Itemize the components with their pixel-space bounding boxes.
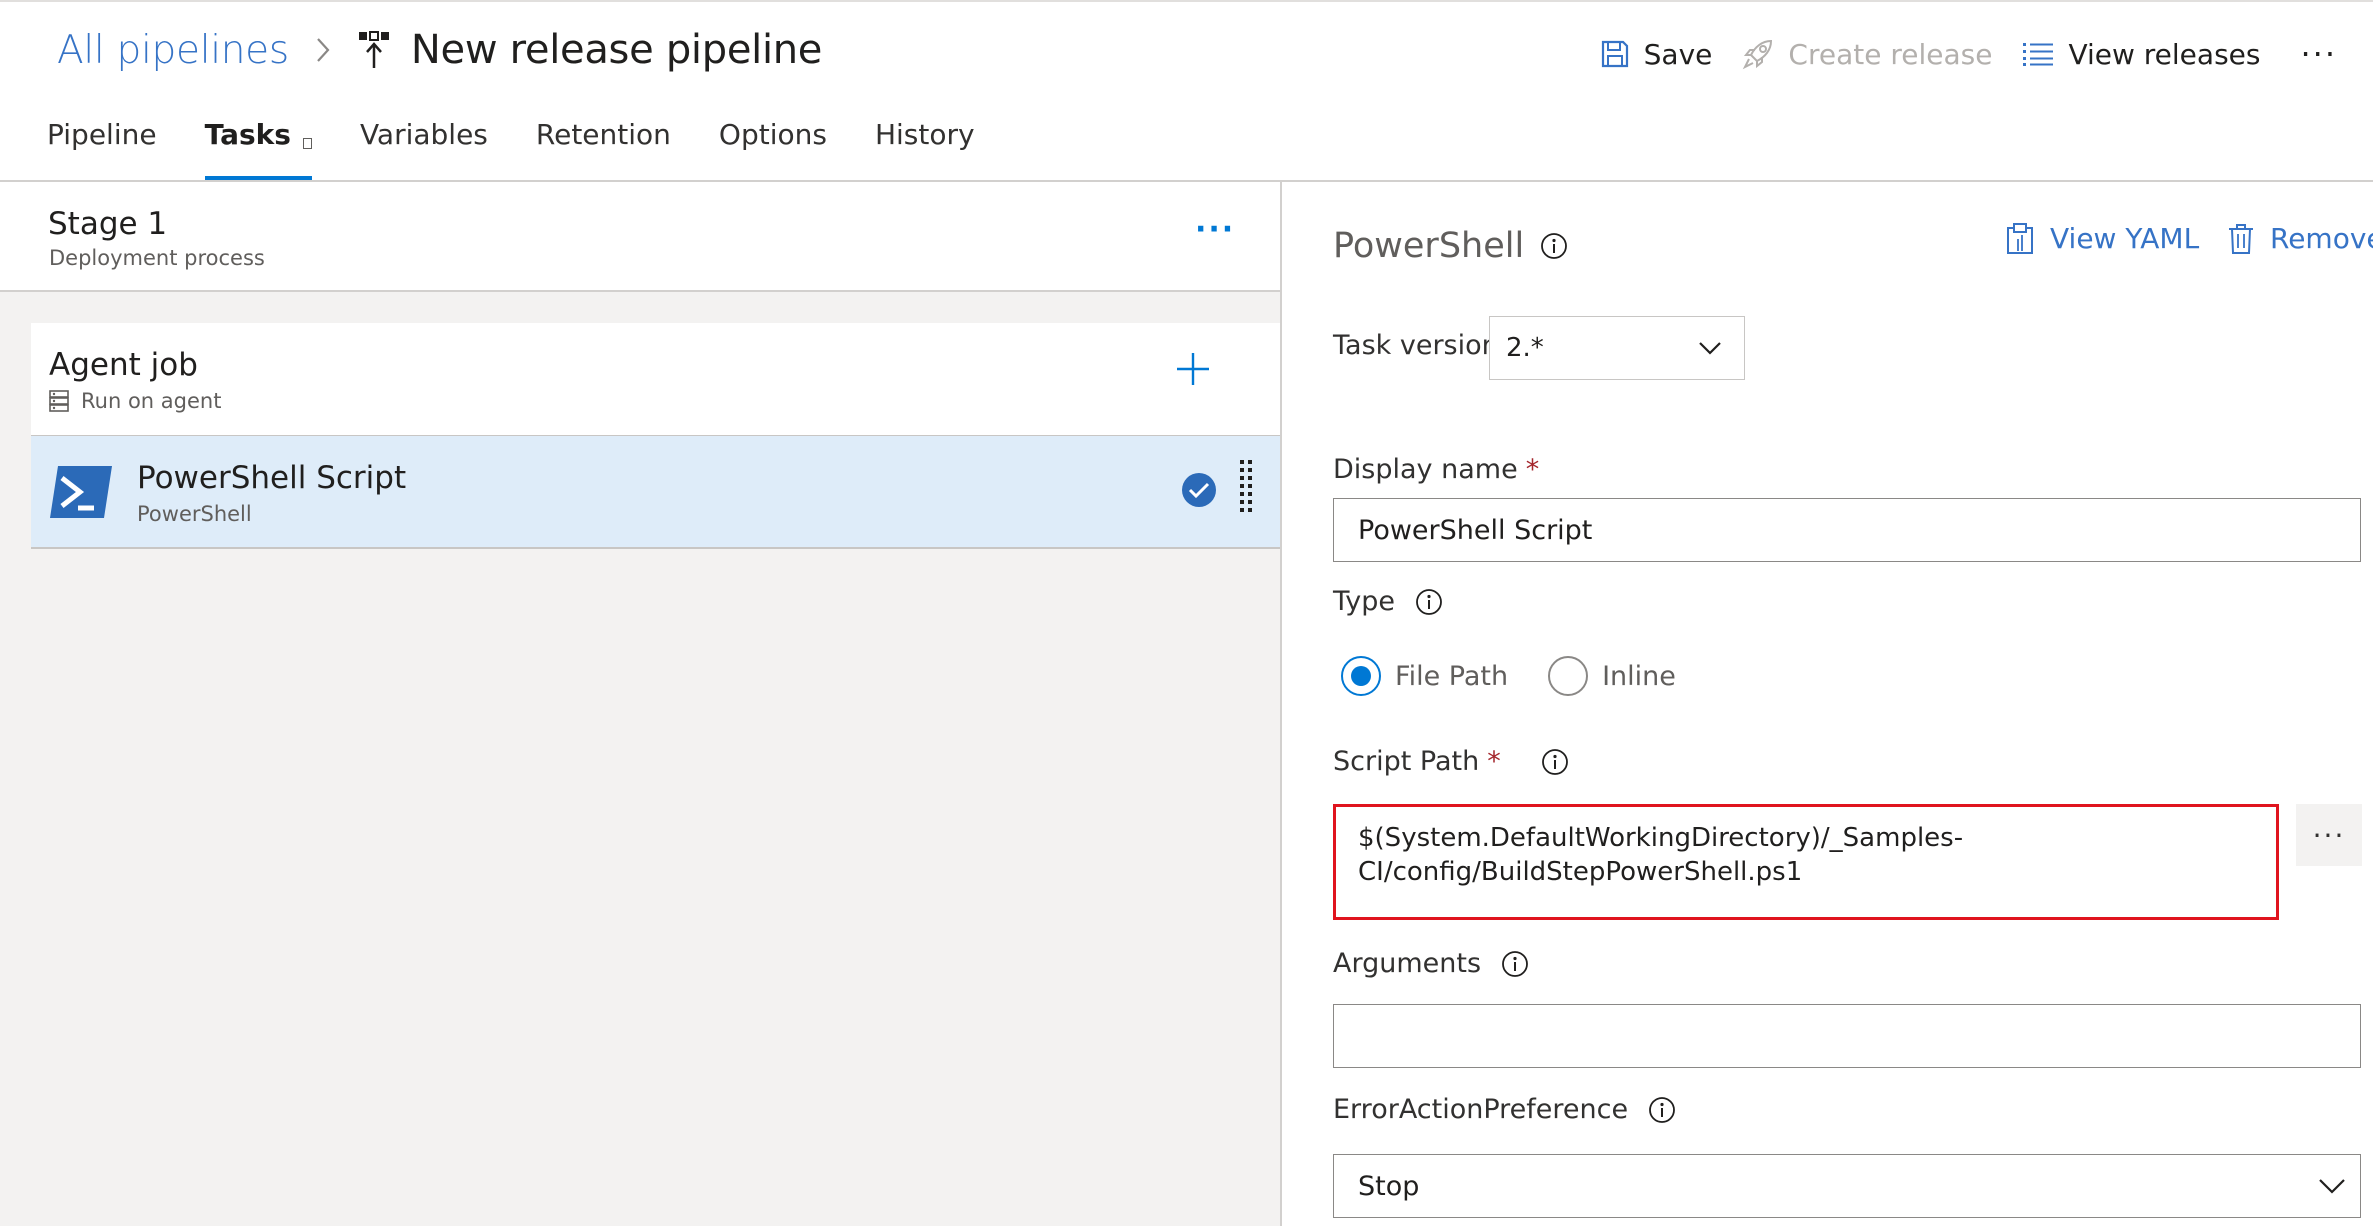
task-version-dropdown[interactable]: 2.* bbox=[1489, 316, 1745, 380]
info-icon[interactable] bbox=[1648, 1096, 1676, 1124]
info-icon[interactable] bbox=[1415, 588, 1443, 616]
tab-variables[interactable]: Variables bbox=[360, 118, 488, 180]
drag-handle-icon[interactable] bbox=[1238, 458, 1254, 520]
clipboard-icon bbox=[2007, 222, 2033, 254]
create-release-label: Create release bbox=[1788, 37, 1993, 71]
agent-job-title: Agent job bbox=[49, 347, 198, 383]
tab-retention[interactable]: Retention bbox=[536, 118, 671, 180]
tab-bar: Pipeline Tasks Variables Retention Optio… bbox=[47, 118, 1023, 182]
page-title: New release pipeline bbox=[410, 27, 823, 73]
create-release-button[interactable]: Create release bbox=[1742, 38, 1992, 71]
tab-options[interactable]: Options bbox=[719, 118, 827, 180]
server-icon bbox=[49, 390, 69, 412]
agent-job-row[interactable]: Agent job Run on agent bbox=[31, 323, 1280, 435]
type-radio-group: File Path Inline bbox=[1341, 656, 1716, 696]
error-action-preference-label: ErrorActionPreference bbox=[1333, 1094, 1676, 1125]
breadcrumb: All pipelines New release pipeline bbox=[57, 22, 822, 78]
release-pipeline-icon bbox=[357, 30, 391, 70]
arguments-input[interactable] bbox=[1333, 1004, 2361, 1068]
script-path-label: Script Path * bbox=[1333, 746, 1569, 777]
display-name-input[interactable]: PowerShell Script bbox=[1333, 498, 2361, 562]
view-yaml-button[interactable]: View YAML bbox=[2006, 222, 2199, 255]
info-icon[interactable] bbox=[1501, 950, 1529, 978]
remove-button[interactable]: Remove bbox=[2228, 222, 2373, 255]
tab-pipeline[interactable]: Pipeline bbox=[47, 118, 157, 180]
dropdown-indicator-icon bbox=[302, 138, 312, 149]
stage-header[interactable]: Stage 1 Deployment process ··· bbox=[0, 182, 1280, 292]
trash-icon bbox=[2229, 223, 2253, 254]
chevron-down-icon bbox=[1699, 342, 1721, 355]
task-title: PowerShell Script bbox=[137, 460, 407, 496]
arguments-label: Arguments bbox=[1333, 948, 1529, 979]
top-border bbox=[0, 0, 2373, 6]
chevron-down-icon bbox=[2319, 1179, 2345, 1194]
browse-script-button[interactable]: ··· bbox=[2296, 804, 2362, 866]
panel-title: PowerShell bbox=[1333, 226, 1568, 266]
info-icon[interactable] bbox=[1541, 748, 1569, 776]
tab-history[interactable]: History bbox=[875, 118, 975, 180]
radio-inline[interactable]: Inline bbox=[1548, 656, 1676, 696]
check-circle-icon bbox=[1182, 473, 1216, 507]
stage-subtitle: Deployment process bbox=[49, 246, 265, 270]
display-name-label: Display name * bbox=[1333, 454, 1540, 485]
rocket-icon bbox=[1743, 39, 1773, 70]
radio-file-path[interactable]: File Path bbox=[1341, 656, 1508, 696]
info-icon[interactable] bbox=[1540, 232, 1568, 260]
powershell-icon bbox=[50, 466, 112, 518]
agent-job-subtitle: Run on agent bbox=[49, 389, 221, 413]
tab-tasks[interactable]: Tasks bbox=[204, 118, 313, 180]
task-subtitle: PowerShell bbox=[137, 502, 252, 526]
header-actions: Save Create release View releases ··· bbox=[1570, 30, 2337, 78]
all-pipelines-link[interactable]: All pipelines bbox=[57, 28, 289, 73]
radio-button-unchecked bbox=[1548, 656, 1589, 696]
stage-more-button[interactable]: ··· bbox=[1195, 212, 1235, 247]
type-label: Type bbox=[1333, 586, 1443, 617]
add-task-icon[interactable] bbox=[1173, 349, 1213, 389]
view-releases-label: View releases bbox=[2068, 37, 2261, 71]
task-details-pane: PowerShell View YAML Remove Task version… bbox=[1284, 182, 2373, 1226]
more-actions-button[interactable]: ··· bbox=[2300, 38, 2337, 70]
task-row-powershell[interactable]: PowerShell Script PowerShell bbox=[31, 435, 1280, 549]
required-indicator: * bbox=[1487, 746, 1501, 777]
stage-title: Stage 1 bbox=[48, 206, 168, 242]
error-action-preference-dropdown[interactable]: Stop bbox=[1333, 1154, 2361, 1218]
save-label: Save bbox=[1643, 37, 1713, 71]
chevron-right-icon bbox=[315, 36, 331, 64]
view-releases-button[interactable]: View releases bbox=[2022, 38, 2260, 71]
required-indicator: * bbox=[1525, 454, 1540, 485]
save-button[interactable]: Save bbox=[1600, 37, 1713, 71]
script-path-input[interactable]: $(System.DefaultWorkingDirectory)/_Sampl… bbox=[1333, 804, 2279, 920]
task-list-pane: Stage 1 Deployment process ··· Agent job… bbox=[0, 182, 1282, 1226]
list-icon bbox=[2023, 43, 2054, 66]
radio-button-checked bbox=[1341, 656, 1381, 696]
task-version-label: Task version bbox=[1333, 330, 1499, 361]
save-icon bbox=[1601, 40, 1628, 68]
